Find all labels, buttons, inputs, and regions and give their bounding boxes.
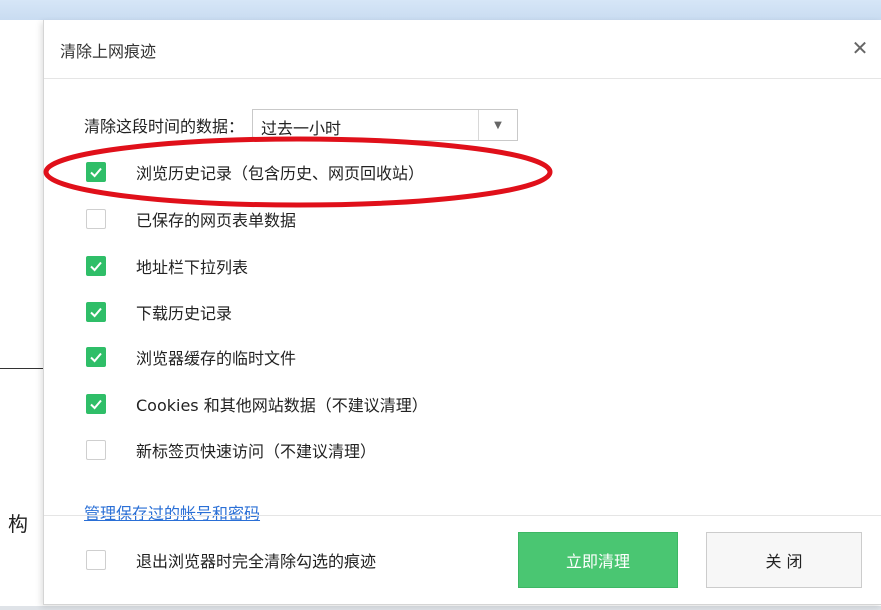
option-form-data[interactable]: 已保存的网页表单数据	[86, 205, 296, 233]
checkbox-form-data[interactable]	[86, 209, 106, 229]
checkbox-new-tab-quick-access[interactable]	[86, 440, 106, 460]
checkmark-icon	[90, 307, 102, 318]
option-label: 浏览历史记录（包含历史、网页回收站）	[136, 164, 425, 183]
option-browsing-history[interactable]: 浏览历史记录（包含历史、网页回收站）	[86, 158, 424, 186]
close-icon[interactable]: ✕	[848, 36, 872, 60]
checkbox-cache-files[interactable]	[86, 347, 106, 367]
checkmark-icon	[90, 261, 102, 272]
option-label: 已保存的网页表单数据	[136, 211, 297, 230]
background-divider	[0, 368, 44, 369]
option-label: 地址栏下拉列表	[136, 258, 249, 277]
time-range-value: 过去一小时	[261, 119, 342, 138]
time-range-label: 清除这段时间的数据：	[84, 117, 245, 136]
option-label: 下载历史记录	[136, 304, 233, 323]
option-label: 退出浏览器时完全清除勾选的痕迹	[136, 552, 377, 571]
background-bottom-edge	[0, 606, 881, 610]
checkbox-address-bar-list[interactable]	[86, 256, 106, 276]
checkmark-icon	[90, 399, 102, 410]
checkbox-cookies[interactable]	[86, 394, 106, 414]
dialog-header: 清除上网痕迹 ✕	[44, 20, 881, 79]
dialog-title: 清除上网痕迹	[60, 42, 157, 61]
option-label: Cookies 和其他网站数据（不建议清理）	[136, 396, 428, 415]
option-label: 浏览器缓存的临时文件	[136, 349, 297, 368]
clear-now-button[interactable]: 立即清理	[518, 532, 678, 588]
option-label: 新标签页快速访问（不建议清理）	[136, 442, 377, 461]
option-cache-files[interactable]: 浏览器缓存的临时文件	[86, 343, 296, 371]
option-address-bar-list[interactable]: 地址栏下拉列表	[86, 252, 248, 280]
checkmark-icon	[90, 167, 102, 178]
checkmark-icon	[90, 352, 102, 363]
background-text: 构	[8, 512, 28, 536]
option-new-tab-quick-access[interactable]: 新标签页快速访问（不建议清理）	[86, 436, 376, 464]
checkbox-download-history[interactable]	[86, 302, 106, 322]
time-range-select[interactable]: 过去一小时 ▼	[252, 109, 519, 141]
option-clear-on-exit[interactable]: 退出浏览器时完全清除勾选的痕迹	[86, 546, 376, 574]
clear-history-dialog: 清除上网痕迹 ✕ 清除这段时间的数据： 过去一小时 ▼ 浏览历史记录（包含历史、…	[43, 20, 881, 605]
background-browser-bar	[0, 0, 881, 20]
dropdown-arrow-icon[interactable]: ▼	[478, 110, 517, 140]
option-download-history[interactable]: 下载历史记录	[86, 298, 232, 326]
checkbox-browsing-history[interactable]	[86, 162, 106, 182]
option-cookies[interactable]: Cookies 和其他网站数据（不建议清理）	[86, 390, 428, 418]
close-button[interactable]: 关 闭	[706, 532, 862, 588]
time-range-row: 清除这段时间的数据： 过去一小时 ▼	[84, 108, 519, 142]
checkbox-clear-on-exit[interactable]	[86, 550, 106, 570]
dialog-footer: 退出浏览器时完全清除勾选的痕迹 立即清理 关 闭	[44, 515, 881, 604]
